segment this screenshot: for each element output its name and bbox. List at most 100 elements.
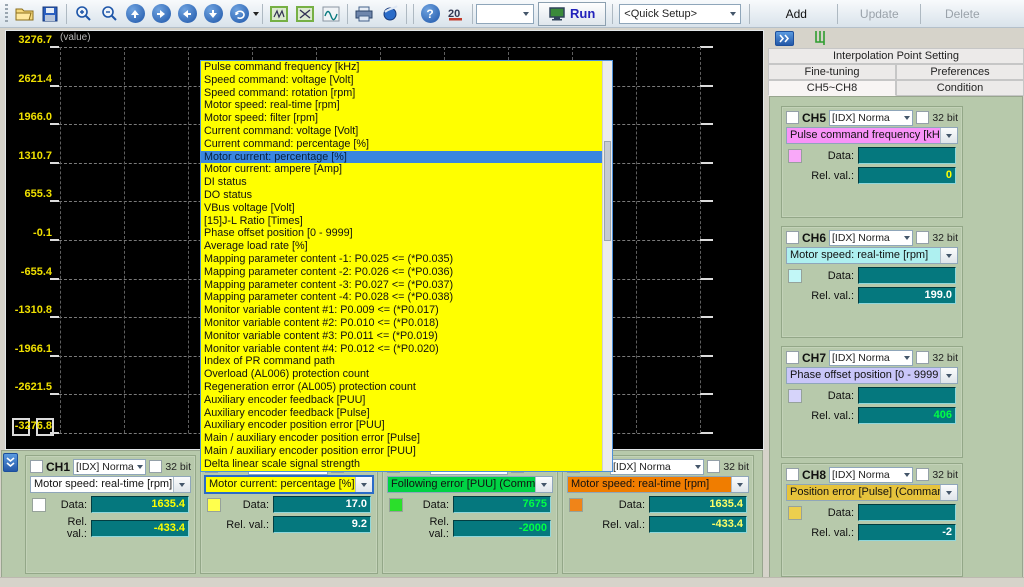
list-item[interactable]: Monitor variable content #3: P0.011 <= (… — [201, 330, 602, 343]
zoom-out-button[interactable] — [96, 2, 122, 26]
channel-mode-select[interactable]: [IDX] Norma — [829, 350, 913, 366]
pan-down-button[interactable] — [200, 2, 226, 26]
list-item[interactable]: DI status — [201, 176, 602, 189]
list-item[interactable]: Monitor variable content #2: P0.010 <= (… — [201, 317, 602, 330]
list-item[interactable]: Mapping parameter content -4: P0.028 <= … — [201, 291, 602, 304]
channel-mode-select[interactable]: [IDX] Norma — [610, 459, 704, 475]
list-item[interactable]: Current command: voltage [Volt] — [201, 125, 602, 138]
list-item[interactable]: Average load rate [%] — [201, 240, 602, 253]
list-item[interactable]: Auxiliary encoder feedback [Pulse] — [201, 407, 602, 420]
fit-horizontal-button[interactable] — [266, 2, 292, 26]
axis-tick — [700, 393, 713, 395]
collapse-panel-button[interactable] — [3, 453, 18, 472]
list-item[interactable]: Delta linear scale signal strength — [201, 458, 602, 471]
list-item[interactable]: Mapping parameter content -3: P0.027 <= … — [201, 279, 602, 292]
channel-mode-select[interactable]: [IDX] Norma — [829, 110, 913, 126]
bit32-checkbox[interactable] — [916, 351, 929, 364]
list-item[interactable]: Pulse command frequency [kHz] — [201, 61, 602, 74]
channel-panel-ch6: CH6 [IDX] Norma 32 bit Motor speed: real… — [781, 226, 963, 338]
channel-enable-checkbox[interactable] — [30, 460, 43, 473]
list-item[interactable]: [15]J-L Ratio [Times] — [201, 215, 602, 228]
list-item[interactable]: DO status — [201, 189, 602, 202]
chevron-down-icon — [904, 116, 910, 120]
rel-val-field: 0 — [858, 167, 956, 184]
tab-interpolation-point-setting[interactable]: Interpolation Point Setting — [768, 48, 1024, 64]
list-item[interactable]: Motor speed: filter [rpm] — [201, 112, 602, 125]
list-item[interactable]: Index of PR command path — [201, 355, 602, 368]
save-button[interactable] — [37, 2, 63, 26]
signal-select[interactable]: Pulse command frequency [kH — [786, 127, 958, 144]
zoom-in-button[interactable] — [70, 2, 96, 26]
list-item[interactable]: VBus voltage [Volt] — [201, 202, 602, 215]
list-item[interactable]: Phase offset position [0 - 9999] — [201, 227, 602, 240]
expand-panel-button[interactable] — [775, 31, 794, 46]
channel-enable-checkbox[interactable] — [786, 231, 799, 244]
tab-ch5-ch8[interactable]: CH5~CH8 — [768, 80, 896, 96]
channel-enable-checkbox[interactable] — [786, 111, 799, 124]
undo-button[interactable] — [226, 2, 252, 26]
undo-dropdown-caret[interactable] — [253, 12, 259, 16]
signal-select[interactable]: Motor speed: real-time [rpm] — [567, 476, 749, 493]
list-item[interactable]: Overload (AL006) protection count — [201, 368, 602, 381]
fit-screen-button[interactable] — [292, 2, 318, 26]
help-button[interactable]: ? — [417, 2, 443, 26]
list-scrollbar-thumb[interactable] — [604, 141, 611, 241]
list-item[interactable]: Motor speed: real-time [rpm] — [201, 99, 602, 112]
signal-select[interactable]: Motor current: percentage [%] — [205, 476, 373, 493]
bit32-checkbox[interactable] — [916, 468, 929, 481]
channel-mode-select[interactable]: [IDX] Norma — [829, 230, 913, 246]
pan-right-button[interactable] — [148, 2, 174, 26]
channel-mode-select[interactable]: [IDX] Norma — [829, 467, 913, 483]
pan-up-button[interactable] — [122, 2, 148, 26]
run-button[interactable]: Run — [538, 2, 606, 26]
sampling-20-button[interactable]: 20 — [443, 2, 469, 26]
tab-fine-tuning[interactable]: Fine-tuning — [768, 64, 896, 80]
list-item[interactable]: Mapping parameter content -2: P0.026 <= … — [201, 266, 602, 279]
list-item[interactable]: Motor current: ampere [Amp] — [201, 163, 602, 176]
signal-select[interactable]: Motor speed: real-time [rpm] — [30, 476, 191, 493]
toolbar-grip[interactable] — [5, 4, 8, 24]
channel-mode-select[interactable]: [IDX] Norma — [73, 459, 146, 475]
list-item[interactable]: Motor current: percentage [%] — [201, 151, 602, 164]
channel-toolbar-select[interactable] — [476, 4, 534, 24]
list-item[interactable]: Auxiliary encoder feedback [PUU] — [201, 394, 602, 407]
bit32-checkbox[interactable] — [707, 460, 720, 473]
list-item[interactable]: Auxiliary encoder position error [PUU] — [201, 419, 602, 432]
list-item[interactable]: Regeneration error (AL005) protection co… — [201, 381, 602, 394]
tab-preferences[interactable]: Preferences — [896, 64, 1024, 80]
chevron-down-icon — [940, 368, 957, 383]
list-item[interactable]: Main / auxiliary encoder position error … — [201, 445, 602, 458]
signal-select[interactable]: Position error [Pulse] (Comman — [786, 484, 958, 501]
signal-select[interactable]: Following error [PUU] (Comman — [387, 476, 553, 493]
signal-select[interactable]: Motor speed: real-time [rpm] — [786, 247, 958, 264]
data-field — [858, 504, 956, 521]
tab-condition[interactable]: Condition — [896, 80, 1024, 96]
list-item[interactable]: Monitor variable content #4: P0.012 <= (… — [201, 343, 602, 356]
add-button[interactable]: Add — [758, 3, 834, 25]
list-scrollbar[interactable] — [602, 61, 612, 471]
list-item[interactable]: Mapping parameter content -1: P0.025 <= … — [201, 253, 602, 266]
bit32-checkbox[interactable] — [916, 231, 929, 244]
signal-dropdown-items: Pulse command frequency [kHz]Speed comma… — [201, 61, 602, 471]
bit32-checkbox[interactable] — [149, 460, 162, 473]
pan-left-button[interactable] — [174, 2, 200, 26]
update-button[interactable]: Update — [841, 3, 917, 25]
channel-enable-checkbox[interactable] — [786, 468, 799, 481]
list-item[interactable]: Monitor variable content #1: P0.009 <= (… — [201, 304, 602, 317]
channel-panel-ch7: CH7 [IDX] Norma 32 bit Phase offset posi… — [781, 346, 963, 458]
print-button[interactable] — [351, 2, 377, 26]
channel-enable-checkbox[interactable] — [786, 351, 799, 364]
bit32-checkbox[interactable] — [916, 111, 929, 124]
list-item[interactable]: Speed command: voltage [Volt] — [201, 74, 602, 87]
list-item[interactable]: Main / auxiliary encoder position error … — [201, 432, 602, 445]
open-button[interactable] — [11, 2, 37, 26]
chevron-down-icon — [940, 485, 957, 500]
list-item[interactable]: Current command: percentage [%] — [201, 138, 602, 151]
waveform-button[interactable] — [318, 2, 344, 26]
quick-setup-select[interactable]: <Quick Setup> — [619, 4, 741, 24]
pin-icon[interactable] — [813, 29, 827, 46]
delete-button[interactable]: Delete — [924, 3, 1000, 25]
signal-select[interactable]: Phase offset position [0 - 9999 — [786, 367, 958, 384]
sync-button[interactable] — [377, 2, 403, 26]
list-item[interactable]: Speed command: rotation [rpm] — [201, 87, 602, 100]
